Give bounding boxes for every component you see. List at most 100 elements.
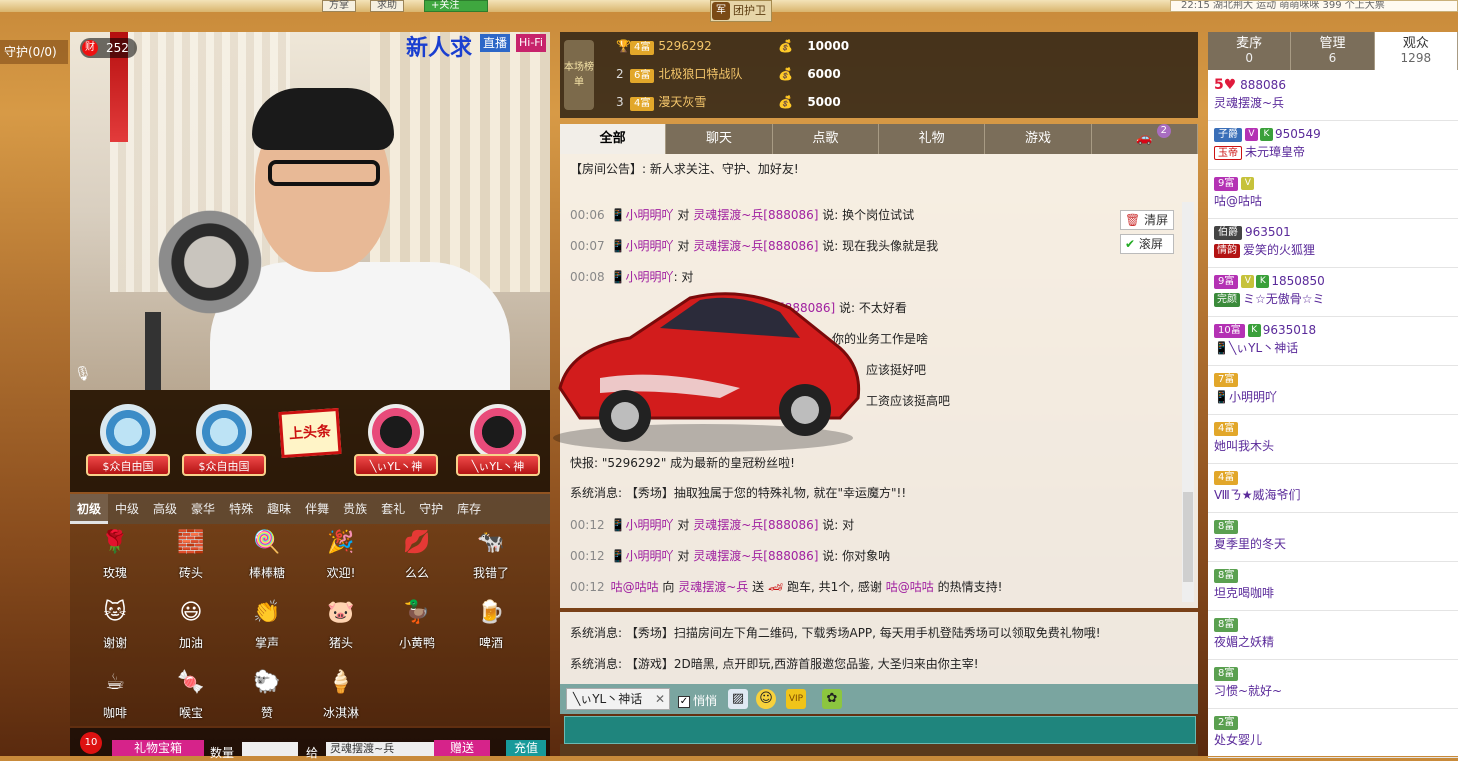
follow-button[interactable]: +关注 [424,0,488,12]
rank-user[interactable]: 漫天灰雪 [658,88,778,116]
hifi-tag[interactable]: Hi-Fi [516,34,546,52]
msg-text: 换个岗位试试 [842,208,915,222]
msg-user[interactable]: 小明明吖 [626,239,674,253]
msg-user[interactable]: 小明明吖 [626,549,674,563]
chat-input[interactable] [564,716,1196,744]
gift-item[interactable]: 🎉 欢迎! [304,526,378,581]
gift-tab[interactable]: 特殊 [222,494,260,524]
gift-item[interactable]: 🍬 喉宝 [154,666,228,721]
auto-scroll-button[interactable]: ✔ 滚屏 [1120,234,1174,254]
recipient-chip[interactable]: ╲ぃYL丶神话 ✕ [566,688,670,710]
gift-item[interactable]: 🌹 玫瑰 [78,526,152,581]
sticker-icon[interactable]: ✿ [822,689,842,709]
gift-tab[interactable]: 守护 [412,494,450,524]
msg-target[interactable]: 灵魂摆渡~兵 [678,580,748,594]
k-badge-icon: K [1256,275,1270,288]
recharge-button[interactable]: 充值 [506,740,546,756]
gift-item[interactable]: 🍺 啤酒 [454,596,528,651]
user-row[interactable]: 5♥ 888086 灵魂摆渡~兵 [1208,72,1458,121]
gift-item[interactable]: 🍭 棒棒糖 [230,526,304,581]
recipient-select[interactable]: 灵魂摆渡~兵 [326,742,434,756]
close-icon[interactable]: ✕ [655,689,665,709]
gift-item[interactable]: 🐑 赞 [230,666,304,721]
rank-row[interactable]: 🏆 4富 5296292 💰 10000 [616,32,1136,60]
clear-screen-button[interactable]: 🗑 清屏 [1120,210,1174,230]
user-row[interactable]: 9富 V 咕@咕咕 [1208,170,1458,219]
user-row[interactable]: 9富 V K 1850850 完颜 ミ☆无傲骨☆ミ [1208,268,1458,317]
msg-user[interactable]: 小明明吖 [626,518,674,532]
gift-item[interactable]: 🐱 谢谢 [78,596,152,651]
tab-admins[interactable]: 管理 6 [1291,32,1375,70]
whisper-toggle[interactable]: ✓ 悄悄 [678,692,717,709]
rank-user[interactable]: 北极狼口特战队 [658,60,778,88]
guard-label[interactable]: 守护(0/0) [0,40,68,64]
msg-user[interactable]: 咕@咕咕 [611,580,659,594]
gift-tab[interactable]: 趣味 [260,494,298,524]
msg-target[interactable]: 灵魂摆渡~兵[888086] [693,549,818,563]
microphone-icon[interactable]: 🎙 [74,366,92,386]
gift-item[interactable]: 🦆 小黄鸭 [380,596,454,651]
msg-target[interactable]: 灵魂摆渡~兵[888086] [693,518,818,532]
promo-item[interactable]: $众自由国 [80,404,176,484]
chat-scrollbar[interactable] [1182,202,1194,602]
vip-icon[interactable]: VIP [786,689,806,709]
emoji-icon[interactable]: ☺ [756,689,776,709]
gift-tab[interactable]: 库存 [450,494,488,524]
send-gift-button[interactable]: 赠送 [434,740,490,756]
scroll-thumb[interactable] [1183,492,1193,582]
gift-item[interactable]: 🐷 猪头 [304,596,378,651]
user-row[interactable]: 8富 夏季里的冬天 [1208,513,1458,562]
msg-target[interactable]: 灵魂摆渡~兵[888086] [693,239,818,253]
user-row[interactable]: 子爵 V K 950549 玉帝 未元璋皇帝 [1208,121,1458,170]
user-row[interactable]: 4富 Ⅷㄋ★威海爷们 [1208,464,1458,513]
promo-item[interactable]: $众自由国 [176,404,272,484]
gift-item[interactable]: 💋 么么 [380,526,454,581]
tab-games[interactable]: 游戏 [985,124,1092,154]
msg-target[interactable]: 灵魂摆渡~兵[888086] [693,208,818,222]
gift-item[interactable]: 👏 掌声 [230,596,304,651]
gift-box-button[interactable]: 礼物宝箱 [112,740,204,756]
tab-songs[interactable]: 点歌 [773,124,879,154]
tab-all[interactable]: 全部 [560,124,667,154]
gift-tab[interactable]: 套礼 [374,494,412,524]
gift-item[interactable]: 🐄 我错了 [454,526,528,581]
gift-tab[interactable]: 贵族 [336,494,374,524]
quantity-input[interactable] [242,742,298,756]
user-row[interactable]: 伯爵 963501 情韵 爱笑的火狐狸 [1208,219,1458,268]
promo-item[interactable]: ╲ぃYL丶神 [450,404,546,484]
tab-cars[interactable]: 🚗 2 [1092,124,1198,154]
gift-tab[interactable]: 高级 [146,494,184,524]
gift-item[interactable]: 🧱 砖头 [154,526,228,581]
gift-tab[interactable]: 伴舞 [298,494,336,524]
promo-item[interactable]: ╲ぃYL丶神 [348,404,444,484]
video-player[interactable] [70,32,550,390]
image-icon[interactable]: ▨ [728,689,748,709]
user-row[interactable]: 4富 她叫我木头 [1208,415,1458,464]
rank-row[interactable]: 2 6富 北极狼口特战队 💰 6000 [616,60,1136,88]
top-button-2[interactable]: 求助 [370,0,404,12]
rank-user[interactable]: 5296292 [658,32,778,60]
msg-user[interactable]: 小明明吖 [626,208,674,222]
gift-tab[interactable]: 中级 [108,494,146,524]
tab-audience[interactable]: 观众 1298 [1374,32,1458,70]
user-row[interactable]: 2富 处女婴儿 [1208,709,1458,758]
headline-button[interactable]: 上头条 [278,407,342,459]
user-row[interactable]: 7富 📱小明明吖 [1208,366,1458,415]
gift-item[interactable]: 🍦 冰淇淋 [304,666,378,721]
tab-gifts[interactable]: 礼物 [879,124,986,154]
tab-chat[interactable]: 聊天 [666,124,773,154]
gift-tab[interactable]: 初级 [70,494,109,524]
top-button-1[interactable]: 方掌 [322,0,356,12]
user-row[interactable]: 10富 K 9635018 📱╲ぃYL丶神话 [1208,317,1458,366]
gift-tab[interactable]: 豪华 [184,494,222,524]
tab-mic-queue[interactable]: 麦序 0 [1208,32,1292,70]
user-row[interactable]: 8富 习惯~就好~ [1208,660,1458,709]
user-row[interactable]: 8富 夜媚之妖精 [1208,611,1458,660]
gift-item[interactable]: 😃 加油 [154,596,228,651]
car-icon: 🚗 [1136,131,1153,146]
user-level: 10富 [1214,323,1245,338]
gift-item[interactable]: ☕ 咖啡 [78,666,152,721]
rank-row[interactable]: 3 4富 漫天灰雪 💰 5000 [616,88,1136,116]
user-row[interactable]: 8富 坦克喝咖啡 [1208,562,1458,611]
guard-team-badge[interactable]: 军 团护卫 [710,0,772,22]
